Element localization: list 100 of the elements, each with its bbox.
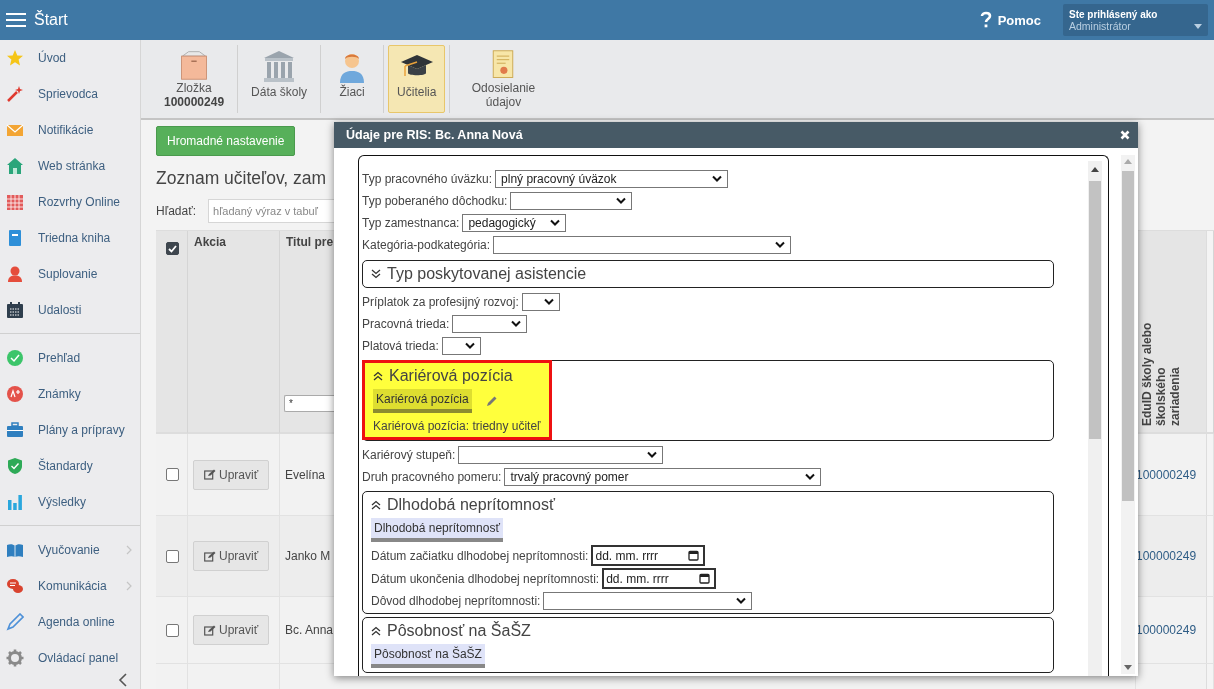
double-chevron-down-icon [371,269,381,279]
dialog-title: Údaje pre RIS: Bc. Anna Nová [346,128,524,142]
toolbar-button[interactable]: Zložka 100000249 [155,45,234,113]
sidebar-item[interactable]: Agenda online [0,604,140,640]
row-checkbox[interactable] [166,468,179,481]
section-tab[interactable]: Kariérová pozícia [373,389,472,413]
field-label: Príplatok za profesijný rozvoj: [362,295,519,309]
edit-icon [204,550,216,562]
search-label: Hľadať: [156,204,197,218]
chevron-down-icon [616,197,627,205]
sidebar-item[interactable]: Notifikácie [0,112,140,148]
search-field[interactable]: hľadaný výraz v tabuľ [208,199,335,223]
sidebar-item[interactable]: Triedna kniha [0,220,140,256]
section-header[interactable]: Dlhodobá neprítomnosť [371,492,1045,518]
open-book-icon [6,541,24,559]
section-header[interactable]: Kariérová pozícia [373,363,541,389]
column-header: Titul pre [286,235,334,249]
chevron-down-icon [511,320,522,328]
field-label: Kategória-podkategória: [362,238,491,252]
toolbar-button[interactable]: Žiaci [325,45,380,113]
close-icon[interactable] [1120,130,1130,140]
menu-icon[interactable] [6,12,26,28]
sidebar-item[interactable]: Ovládací panel [0,640,140,676]
field-label: Typ poberaného dôchodku: [362,194,508,208]
select-all-checkbox[interactable] [166,242,179,255]
field-label: Pracovná trieda: [362,317,450,331]
section-header[interactable]: Typ poskytovanej asistencie [371,261,1045,287]
scrollbar[interactable] [1121,155,1135,674]
app-title: Štart [34,11,68,29]
sidebar-item[interactable]: Sprievodca [0,76,140,112]
dropdown[interactable]: trvalý pracovný pomer [504,468,822,486]
table-cell: 100000249 [1136,516,1214,597]
page-heading: Zoznam učiteľov, zam [156,168,327,189]
double-chevron-up-icon [373,371,383,381]
dropdown[interactable]: pedagogický [462,214,567,232]
person-icon [6,265,24,283]
help-icon [979,11,992,29]
chevron-down-icon [775,241,786,249]
edit-icon [204,624,216,636]
edit-icon [204,469,216,480]
user-label: Ste prihlásený ako [1069,8,1158,20]
user-name: Administrátor [1069,19,1131,32]
pencil-icon[interactable] [485,395,498,407]
gear-icon [6,649,24,667]
chevron-down-icon [550,219,561,227]
scrollbar[interactable] [1088,161,1102,676]
row-checkbox[interactable] [166,549,179,563]
dropdown[interactable] [441,337,481,355]
chevron-down-icon [712,175,723,183]
sidebar-item[interactable]: Plány a prípravy [0,412,140,448]
notebook-icon [6,229,24,247]
sidebar-item[interactable]: Štandardy [0,448,140,484]
section-tab[interactable]: Pôsobnosť na ŠaŠZ [371,644,485,668]
sidebar-item[interactable]: Web stránka [0,148,140,184]
section-tab[interactable]: Dlhodobá neprítomnosť [371,518,503,542]
column-header: EduID školy alebo školského zariadenia [1140,321,1182,426]
sidebar-item[interactable]: Výsledky [0,484,140,520]
calendar-icon [6,301,24,319]
dropdown[interactable]: plný pracovný úväzok [495,170,729,188]
check-circle-icon [6,349,24,367]
house-icon [6,157,24,175]
user-menu[interactable]: Ste prihlásený ako Administrátor [1063,4,1208,36]
sidebar-item[interactable]: Vyučovanie [0,532,140,568]
dropdown[interactable] [521,293,560,311]
scroll-up-icon[interactable] [1091,167,1099,172]
chat-bubbles-icon [6,577,24,595]
toolbar-button[interactable]: Odosielanie údajov [454,45,553,113]
double-chevron-up-icon [371,500,381,510]
date-field[interactable]: dd. mm. rrrr [602,568,717,589]
field-label: Dátum začiatku dlhodobej neprítomnosti: [371,548,589,563]
column-header: Akcia [194,235,227,249]
chevron-down-icon [464,342,475,350]
calendar-grid-icon [6,193,24,211]
field-label: Druh pracovného pomeru: [362,470,502,484]
help-link[interactable]: Pomoc [979,11,1041,29]
toolbar-button[interactable]: Učitelia [388,45,446,113]
magic-wand-icon [6,85,24,103]
sidebar-item[interactable]: Známky [0,376,140,412]
table-cell: 100000249 [1136,434,1214,516]
field-label: Platová trieda: [362,339,439,353]
table-cell: 100000249 [1136,597,1214,664]
chevron-down-icon [647,451,658,459]
edit-button[interactable]: Upraviť [193,541,270,571]
field-label: Dátum ukončenia dlhodobej neprítomnosti: [371,571,600,586]
toolbar-button[interactable]: Dáta školy [242,45,317,113]
sidebar-item[interactable]: Úvod [0,40,140,76]
calendar-icon [688,550,700,561]
calendar-icon [699,573,711,584]
sidebar-item[interactable]: Suplovanie [0,256,140,292]
field-label: Typ zamestnanca: [362,216,460,230]
edit-button[interactable]: Upraviť [193,459,270,490]
sidebar-item[interactable]: Komunikácia [0,568,140,604]
sidebar-item[interactable]: Udalosti [0,292,140,328]
section-header[interactable]: Pôsobnosť na ŠaŠZ [371,618,1045,644]
row-checkbox[interactable] [166,623,179,637]
edit-button[interactable]: Upraviť [193,615,270,645]
date-field[interactable]: dd. mm. rrrr [591,545,706,566]
collapse-icon[interactable] [118,673,128,687]
sidebar-item[interactable]: Rozvrhy Online [0,184,140,220]
sidebar-item[interactable]: Prehľad [0,340,140,376]
